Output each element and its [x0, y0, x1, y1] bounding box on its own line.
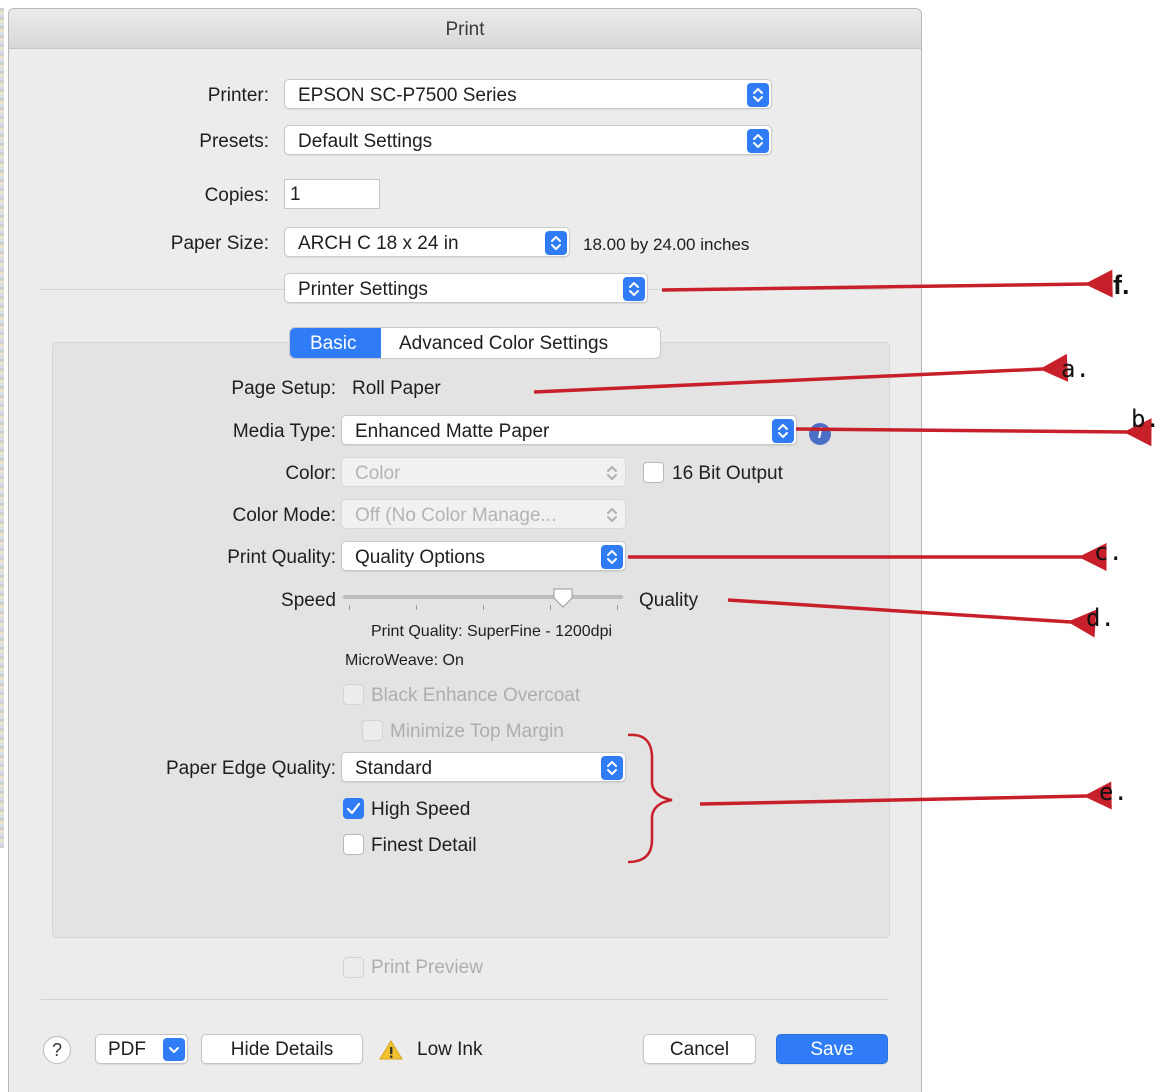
annotation-b: b.: [1131, 405, 1160, 433]
annotation-c: c.: [1094, 538, 1123, 566]
arrow-d: [727, 598, 1097, 638]
annotation-f: f.: [1113, 270, 1130, 300]
annotation-a: a.: [1061, 355, 1090, 383]
bracket-e: [627, 733, 673, 864]
annotation-e: e.: [1099, 778, 1128, 806]
annotation-d: d.: [1086, 604, 1115, 632]
arrow-e: [699, 781, 1112, 810]
arrow-f: [661, 269, 1113, 298]
arrow-a: [533, 353, 1069, 394]
annotation-overlay: [533, 269, 1152, 864]
screenshot-stage: Print Printer: EPSON SC-P7500 Series Pre…: [0, 0, 1162, 1092]
arrow-b: [795, 418, 1152, 447]
